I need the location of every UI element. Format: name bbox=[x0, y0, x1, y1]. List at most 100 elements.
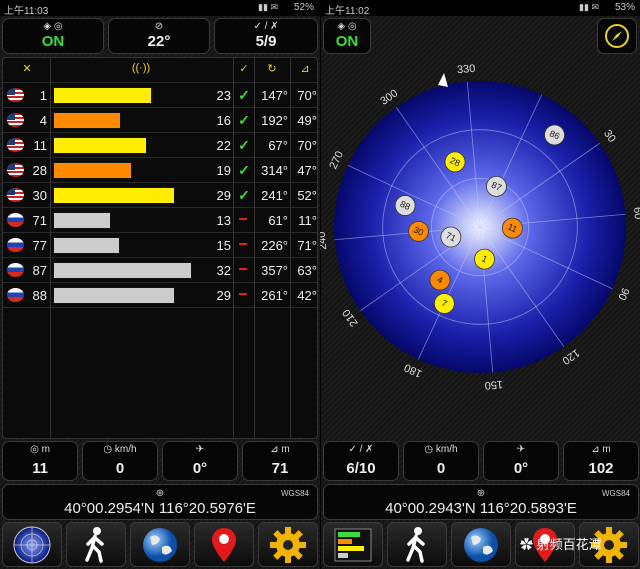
satellites-used-tile[interactable]: ✓ / ✗ 5/9 bbox=[214, 18, 318, 54]
satellite-elevation: 63° bbox=[297, 263, 317, 278]
satellites-used-value: 6/10 bbox=[346, 460, 376, 477]
satellite-elevation: 47° bbox=[297, 163, 317, 178]
walk-button[interactable] bbox=[387, 522, 447, 567]
satellite-icon: ✕ bbox=[22, 63, 32, 75]
satellite-marker[interactable]: 88 bbox=[394, 195, 416, 216]
compass-button[interactable] bbox=[597, 18, 637, 54]
bearing-tile[interactable]: ✈ 0° bbox=[162, 441, 238, 481]
satellites-used-value: 5/9 bbox=[255, 33, 277, 50]
walk-button[interactable] bbox=[66, 522, 126, 567]
globe-icon: ⊕ bbox=[155, 488, 165, 499]
walk-icon bbox=[406, 526, 425, 563]
signal-snr: 15 bbox=[216, 238, 231, 253]
satellite-id: 4 bbox=[39, 113, 47, 128]
settings-button[interactable] bbox=[258, 522, 318, 567]
bearing-tile[interactable]: ✈ 0° bbox=[483, 441, 559, 481]
coordinates-tile[interactable]: ⊕ WGS84 40°00.2954'N 116°20.5976'E bbox=[2, 484, 318, 520]
signal-bar bbox=[53, 112, 121, 129]
accuracy-meters-tile[interactable]: ◎ m 11 bbox=[2, 441, 78, 481]
globe-icon: ⊕ bbox=[476, 488, 486, 499]
speed-tile[interactable]: ◷ km/h 0 bbox=[403, 441, 479, 481]
azimuth-label: 210 bbox=[340, 307, 360, 329]
battery-level: 52% bbox=[293, 2, 314, 13]
satellites-used-icon: ✓ / ✗ bbox=[253, 21, 279, 32]
status-time: 上午11:02 bbox=[325, 6, 370, 17]
us-flag-icon bbox=[7, 138, 24, 152]
radar-button[interactable] bbox=[2, 522, 62, 567]
satellite-azimuth: 261° bbox=[261, 288, 288, 303]
satellite-id: 30 bbox=[32, 188, 47, 203]
not-used-dash-icon bbox=[239, 218, 247, 220]
signal-snr: 13 bbox=[216, 213, 231, 228]
settings-gear-icon bbox=[270, 526, 306, 563]
satellites-used-tile[interactable]: ✓ / ✗ 6/10 bbox=[323, 441, 399, 481]
accuracy-icon: ⊘ bbox=[154, 21, 164, 32]
elevation-icon: ⊿ bbox=[300, 63, 310, 75]
used-check-icon: ✓ bbox=[238, 112, 250, 128]
signal-bar bbox=[53, 87, 152, 104]
wechat-icon: ✿ bbox=[520, 537, 537, 552]
azimuth-label: 300 bbox=[378, 87, 400, 107]
used-check-icon: ✓ bbox=[238, 162, 250, 178]
north-indicator-icon bbox=[438, 73, 448, 87]
gps-status-tile[interactable]: ◈ ◎ ON bbox=[323, 18, 371, 54]
satellite-marker[interactable]: 7 bbox=[433, 293, 455, 314]
satellite-marker[interactable]: 4 bbox=[429, 269, 451, 291]
not-used-dash-icon bbox=[239, 293, 247, 295]
signal-bar bbox=[53, 287, 175, 304]
satellite-marker[interactable]: 30 bbox=[408, 220, 429, 242]
accuracy-meters-value: 11 bbox=[32, 460, 48, 477]
globe-button[interactable] bbox=[451, 522, 511, 567]
satellite-marker[interactable]: 28 bbox=[444, 151, 466, 173]
satellite-marker[interactable]: 86 bbox=[544, 124, 565, 146]
speed-value: 0 bbox=[436, 460, 446, 477]
azimuth-label: 120 bbox=[560, 346, 582, 366]
signal-snr: 22 bbox=[216, 138, 231, 153]
speed-icon: ◷ km/h bbox=[103, 444, 137, 455]
signal-icon: ▮▮ ✉ bbox=[579, 2, 599, 12]
gps-status-value: ON bbox=[335, 33, 359, 50]
signal-bar bbox=[53, 187, 175, 204]
russia-flag-icon bbox=[7, 238, 24, 252]
satellite-azimuth: 241° bbox=[261, 188, 288, 203]
satellite-marker[interactable]: 71 bbox=[440, 226, 462, 248]
satellite-table: ✕ ((·)) ✓ ↻ ⊿ 1 23 ✓ 147° 70° 4 16 ✓ 192° 49° 11 22… bbox=[2, 57, 318, 439]
gps-status-tile[interactable]: ◈ ◎ ON bbox=[2, 18, 104, 54]
speed-tile[interactable]: ◷ km/h 0 bbox=[82, 441, 158, 481]
satellite-marker[interactable]: 11 bbox=[502, 217, 523, 239]
satellite-azimuth: 67° bbox=[268, 138, 288, 153]
status-bar: 上午11:03 ▮▮ ✉ 52% bbox=[0, 0, 320, 17]
status-bar: 上午11:02 ▮▮ ✉ 53% bbox=[321, 0, 640, 17]
azimuth-label: 150 bbox=[484, 378, 503, 392]
satellite-elevation: 52° bbox=[297, 188, 317, 203]
altitude-tile[interactable]: ⊿ m 71 bbox=[242, 441, 318, 481]
satellite-elevation: 71° bbox=[297, 238, 317, 253]
accuracy-tile[interactable]: ⊘ 22° bbox=[108, 18, 210, 54]
globe-button[interactable] bbox=[130, 522, 190, 567]
altitude-tile[interactable]: ⊿ m 102 bbox=[563, 441, 639, 481]
satellite-elevation: 42° bbox=[297, 288, 317, 303]
signal-bar bbox=[53, 212, 111, 229]
azimuth-label: 30 bbox=[601, 128, 618, 145]
azimuth-label: 60 bbox=[631, 207, 640, 220]
coordinates-value: 40°00.2954'N 116°20.5976'E bbox=[64, 500, 256, 517]
coordinates-tile[interactable]: ⊕ WGS84 40°00.2943'N 116°20.5893'E bbox=[323, 484, 639, 520]
satellite-marker[interactable]: 1 bbox=[474, 248, 495, 270]
gps-fix-icon: ◈ ◎ bbox=[43, 21, 63, 32]
signal-bar bbox=[53, 137, 147, 154]
used-check-icon: ✓ bbox=[238, 137, 250, 153]
satellite-marker[interactable]: 87 bbox=[486, 175, 507, 197]
satellite-elevation: 70° bbox=[297, 138, 317, 153]
signal-bars-button[interactable] bbox=[323, 522, 383, 567]
satellite-id: 88 bbox=[32, 288, 47, 303]
satellite-id: 28 bbox=[32, 163, 47, 178]
russia-flag-icon bbox=[7, 263, 24, 277]
battery-level: 53% bbox=[614, 2, 635, 13]
map-pin-button[interactable] bbox=[194, 522, 254, 567]
satellite-azimuth: 226° bbox=[261, 238, 288, 253]
azimuth-label: 180 bbox=[402, 361, 424, 380]
russia-flag-icon bbox=[7, 213, 24, 227]
sky-radar-view[interactable]: 30 60 90 120 150 180 210 240 270 300 330 86 87 28 11 7… bbox=[320, 57, 640, 437]
us-flag-icon bbox=[7, 163, 24, 177]
satellite-azimuth: 357° bbox=[261, 263, 288, 278]
